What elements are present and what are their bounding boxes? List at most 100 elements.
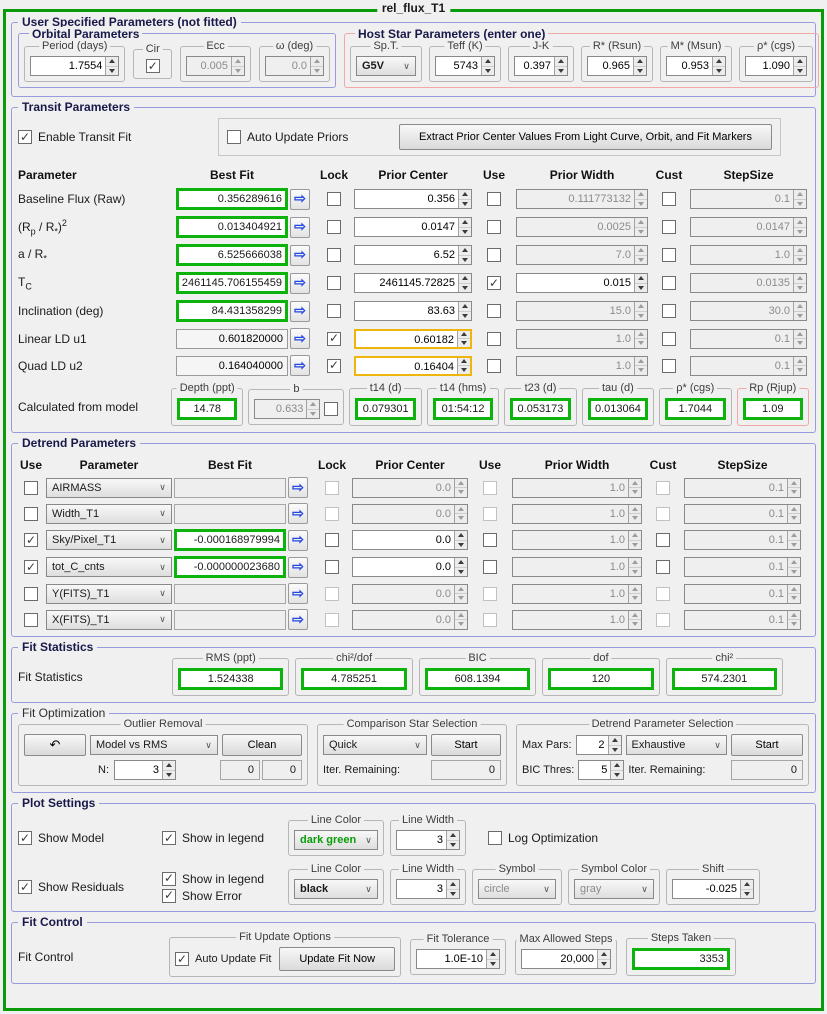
detrend-custom-step-checkbox[interactable] [656, 612, 670, 627]
use-prior-checkbox[interactable] [487, 276, 501, 290]
b-lock-checkbox[interactable] [324, 402, 339, 416]
spin-up-button[interactable] [788, 558, 800, 567]
undo-clean-button[interactable]: ↶ [24, 734, 86, 756]
detrend-custom-step-checkbox[interactable] [656, 480, 670, 495]
spin-down-button[interactable] [794, 254, 806, 264]
spinner[interactable] [458, 218, 471, 236]
detrend-prior-width-field[interactable]: 1.0 [512, 609, 642, 630]
spin-up-button[interactable] [741, 880, 753, 889]
spin-up-button[interactable] [458, 330, 470, 338]
spin-down-button[interactable] [458, 365, 470, 374]
spin-up-button[interactable] [635, 302, 647, 311]
detrend-lock-checkbox[interactable] [325, 560, 339, 574]
custom-step-checkbox[interactable] [662, 304, 676, 318]
spinner[interactable] [628, 610, 641, 629]
spinner[interactable] [634, 329, 647, 348]
detrend-prior-center-field[interactable]: 0.0 [352, 609, 468, 630]
spin-up-button[interactable] [794, 246, 806, 255]
copy-bestfit-to-prior-button[interactable]: ⇨ [288, 583, 308, 604]
spin-up-button[interactable] [788, 584, 800, 593]
copy-bestfit-to-prior-button[interactable]: ⇨ [290, 244, 310, 266]
bic-threshold-field[interactable]: 5 [578, 760, 625, 780]
detrend-lock-checkbox[interactable] [325, 533, 339, 547]
prior-center-field[interactable]: 0.16404 [354, 355, 472, 376]
spinner[interactable] [454, 558, 467, 576]
prior-width-field[interactable]: 0.0025 [516, 217, 648, 237]
spin-up-button[interactable] [635, 356, 647, 365]
stepsize-field[interactable]: 0.1 [690, 328, 807, 349]
spin-down-button[interactable] [459, 254, 471, 264]
detrend-stepsize-field[interactable]: 0.1 [684, 503, 801, 524]
detrend-custom-step-checkbox[interactable] [656, 533, 670, 547]
spin-up-button[interactable] [459, 274, 471, 283]
spinner[interactable] [454, 531, 467, 549]
spinner[interactable] [793, 218, 806, 236]
max-pars-field[interactable]: 2 [575, 735, 622, 755]
detrend-stepsize-field[interactable]: 0.1 [684, 583, 801, 604]
residuals-line-color-select[interactable]: black ∨ [294, 879, 378, 899]
spin-up-button[interactable] [629, 584, 641, 593]
spin-up-button[interactable] [611, 761, 624, 770]
detrend-prior-width-field[interactable]: 1.0 [512, 557, 642, 577]
spin-up-button[interactable] [555, 57, 567, 66]
spin-down-button[interactable] [788, 593, 800, 603]
spinner[interactable] [610, 761, 624, 779]
spin-up-button[interactable] [788, 531, 800, 540]
spinner[interactable] [634, 356, 647, 375]
extract-priors-button[interactable]: Extract Prior Center Values From Light C… [399, 124, 772, 150]
spinner[interactable] [787, 558, 800, 576]
spinner[interactable] [454, 610, 467, 629]
copy-bestfit-to-prior-button[interactable]: ⇨ [290, 188, 310, 210]
spin-up-button[interactable] [232, 57, 245, 66]
spin-up-button[interactable] [794, 302, 806, 311]
spin-up-button[interactable] [788, 478, 800, 487]
spin-up-button[interactable] [635, 246, 647, 255]
spin-up-button[interactable] [629, 478, 641, 487]
detrend-parameter-select[interactable]: X(FITS)_T1 ∨ [46, 609, 172, 630]
spin-up-button[interactable] [629, 558, 641, 567]
spinner[interactable] [628, 584, 641, 603]
spin-down-button[interactable] [788, 487, 800, 497]
spin-up-button[interactable] [794, 329, 806, 338]
log-optimization-checkbox[interactable] [488, 831, 502, 845]
omega-field[interactable]: 0.0 [265, 56, 324, 76]
custom-step-checkbox[interactable] [662, 331, 676, 346]
spin-up-button[interactable] [455, 558, 467, 567]
spin-down-button[interactable] [794, 65, 806, 75]
spinner[interactable] [554, 57, 567, 75]
spinner[interactable] [628, 558, 641, 576]
use-prior-checkbox[interactable] [487, 358, 501, 373]
spin-down-button[interactable] [634, 65, 646, 75]
spin-down-button[interactable] [163, 769, 175, 779]
fit-tolerance-field[interactable]: 1.0E-10 [416, 949, 500, 969]
custom-step-checkbox[interactable] [662, 276, 676, 290]
spin-up-button[interactable] [455, 610, 467, 619]
detrend-prior-width-field[interactable]: 1.0 [512, 583, 642, 604]
n-sigma-field[interactable]: 3 [114, 760, 176, 780]
teff-field[interactable]: 5743 [435, 56, 495, 76]
b-field[interactable]: 0.633 [254, 399, 321, 419]
spinner[interactable] [481, 57, 494, 75]
prior-center-field[interactable]: 2461145.72825 [354, 273, 472, 293]
copy-bestfit-to-prior-button[interactable]: ⇨ [288, 529, 308, 551]
spinner[interactable] [793, 356, 806, 375]
spin-up-button[interactable] [794, 274, 806, 283]
copy-bestfit-to-prior-button[interactable]: ⇨ [288, 556, 308, 578]
spinner[interactable] [446, 831, 459, 849]
detrend-prior-center-field[interactable]: 0.0 [352, 530, 468, 550]
spin-up-button[interactable] [163, 761, 175, 770]
symbol-color-select[interactable]: gray ∨ [574, 879, 654, 899]
spin-up-button[interactable] [459, 246, 471, 255]
prior-width-field[interactable]: 15.0 [516, 301, 648, 321]
detrend-stepsize-field[interactable]: 0.1 [684, 530, 801, 550]
spin-down-button[interactable] [455, 487, 467, 497]
mstar-field[interactable]: 0.953 [666, 56, 726, 76]
auto-update-priors-checkbox[interactable] [227, 130, 241, 144]
copy-bestfit-to-prior-button[interactable]: ⇨ [290, 355, 310, 376]
spin-up-button[interactable] [629, 531, 641, 540]
spin-up-button[interactable] [635, 274, 647, 283]
custom-step-checkbox[interactable] [662, 358, 676, 373]
spin-up-button[interactable] [635, 329, 647, 338]
copy-bestfit-to-prior-button[interactable]: ⇨ [290, 216, 310, 238]
clean-button[interactable]: Clean [222, 734, 302, 756]
